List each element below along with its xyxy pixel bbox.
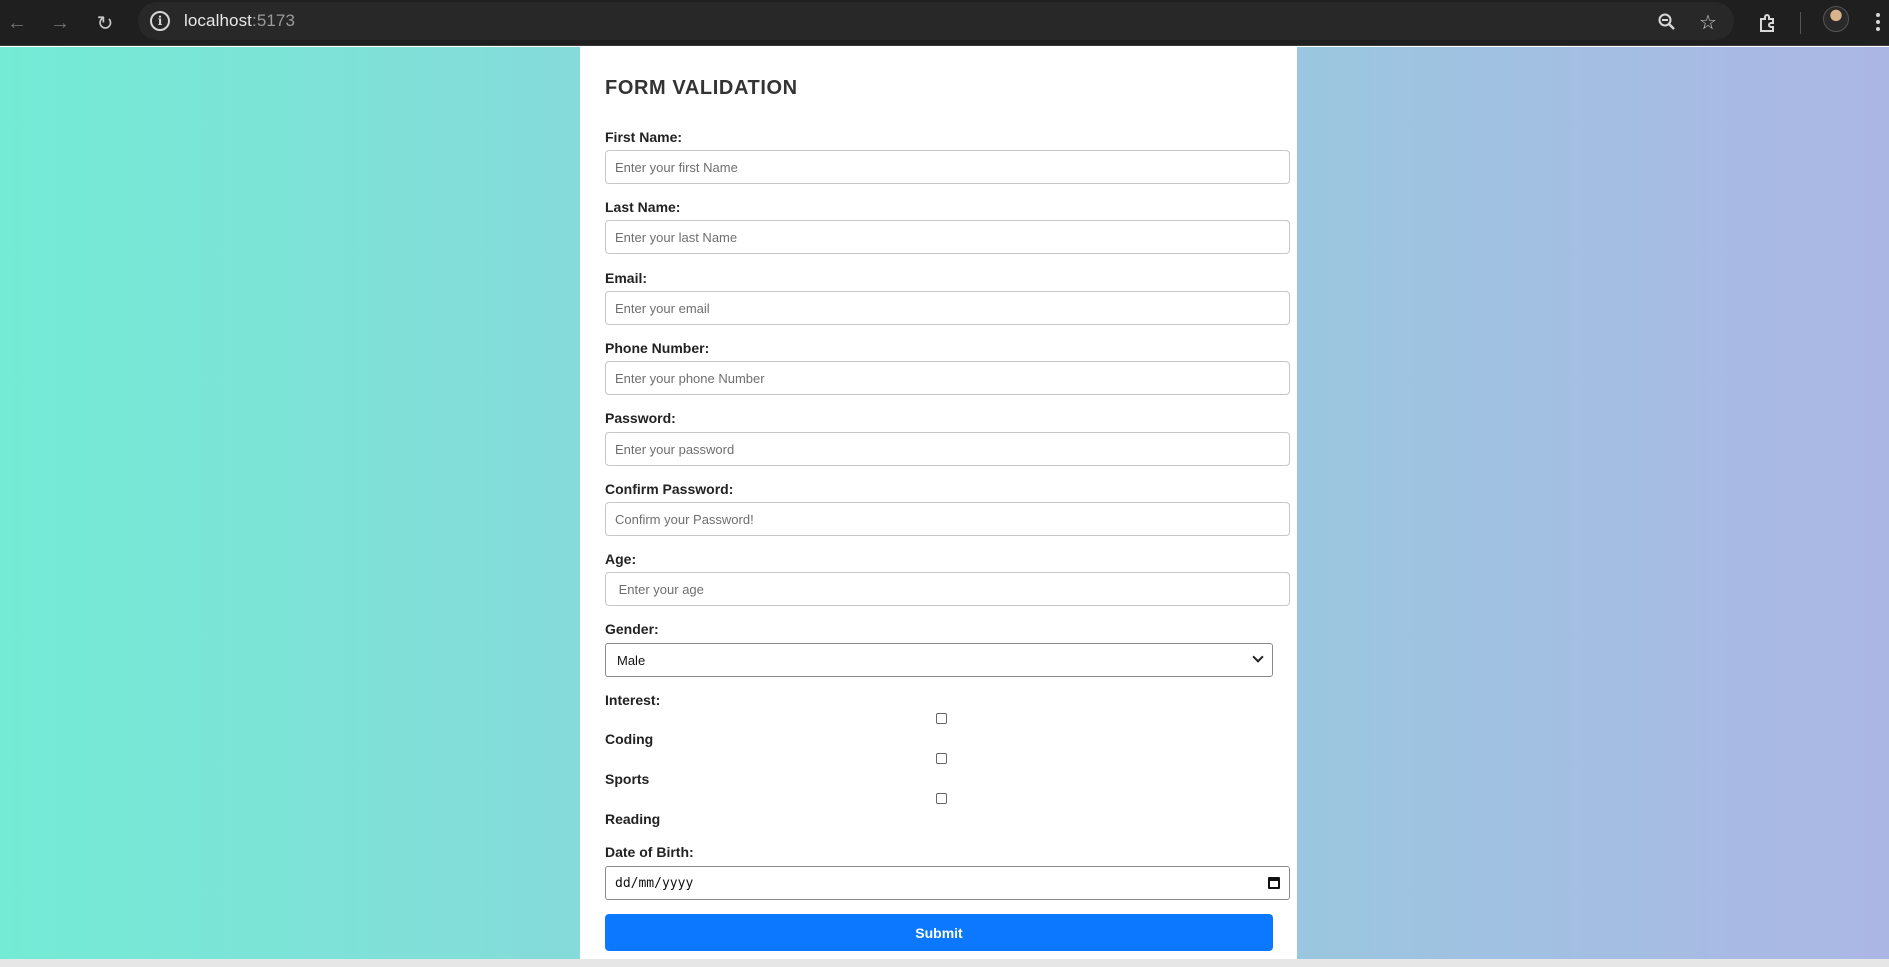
submit-button[interactable]: Submit [605, 914, 1273, 951]
form-card: FORM VALIDATION First Name: Last Name: E… [580, 47, 1297, 959]
reading-checkbox[interactable] [936, 793, 947, 804]
password-input[interactable] [605, 432, 1290, 466]
gender-select[interactable]: Male [605, 643, 1273, 677]
gender-label: Gender: [605, 621, 659, 637]
email-input[interactable] [605, 291, 1290, 325]
dob-label: Date of Birth: [605, 844, 694, 860]
menu-icon[interactable] [1872, 7, 1884, 37]
confirm-password-label: Confirm Password: [605, 481, 734, 497]
url-port: :5173 [252, 11, 296, 30]
calendar-icon[interactable] [1268, 877, 1280, 889]
age-input[interactable] [605, 572, 1290, 606]
profile-avatar[interactable] [1823, 6, 1849, 32]
sports-checkbox[interactable] [936, 753, 947, 764]
zoom-icon[interactable] [1654, 9, 1680, 35]
coding-label: Coding [605, 731, 654, 747]
coding-checkbox[interactable] [936, 713, 947, 724]
sports-label: Sports [605, 771, 650, 787]
dob-input[interactable]: dd/mm/yyyy [605, 866, 1290, 900]
page-title: FORM VALIDATION [605, 77, 798, 99]
email-label: Email: [605, 270, 648, 286]
confirm-password-input[interactable] [605, 502, 1290, 536]
bottom-strip [0, 959, 1889, 967]
site-info-icon[interactable]: i [150, 11, 170, 31]
interest-label: Interest: [605, 692, 661, 708]
age-label: Age: [605, 551, 637, 567]
back-icon[interactable]: ← [1, 7, 33, 39]
url-host: localhost [184, 11, 252, 30]
bookmark-star-icon[interactable]: ☆ [1695, 9, 1721, 35]
first-name-label: First Name: [605, 129, 683, 145]
page-background: FORM VALIDATION First Name: Last Name: E… [0, 47, 1889, 959]
forward-icon[interactable]: → [44, 7, 76, 39]
phone-label: Phone Number: [605, 340, 710, 356]
first-name-input[interactable] [605, 150, 1290, 184]
last-name-input[interactable] [605, 220, 1290, 254]
phone-input[interactable] [605, 361, 1290, 395]
last-name-label: Last Name: [605, 199, 681, 215]
reading-label: Reading [605, 811, 661, 827]
gender-selected-value: Male [617, 652, 646, 668]
extensions-icon[interactable] [1752, 7, 1784, 39]
dob-placeholder: dd/mm/yyyy [615, 875, 694, 891]
password-label: Password: [605, 410, 676, 426]
toolbar-divider [1800, 12, 1801, 34]
chevron-down-icon [1252, 651, 1264, 663]
address-bar[interactable]: i localhost:5173 ☆ [138, 2, 1734, 40]
reload-icon[interactable]: ↻ [89, 7, 121, 39]
url-text: localhost:5173 [184, 11, 295, 31]
browser-toolbar: ← → ↻ i localhost:5173 ☆ [0, 0, 1889, 46]
